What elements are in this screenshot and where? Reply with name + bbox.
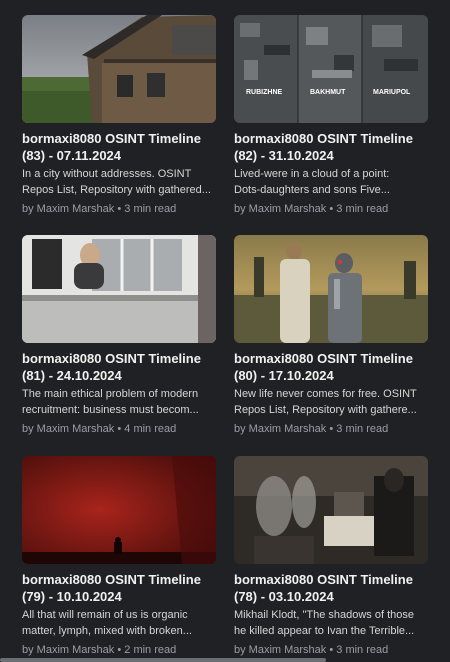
author-name[interactable]: by Maxim Marshak xyxy=(22,644,114,656)
thumbnail-water-scene-image xyxy=(234,235,428,343)
thumb-label-rubizhne: RUBIZHNE xyxy=(246,89,282,96)
author-name[interactable]: by Maxim Marshak xyxy=(234,203,326,215)
read-time: 3 min read xyxy=(336,423,389,435)
article-meta: by Maxim Marshak • 3 min read xyxy=(234,643,428,657)
article-excerpt: In a city without addresses. OSINT Repos… xyxy=(22,168,211,196)
meta-separator: • xyxy=(329,644,334,656)
author-name[interactable]: by Maxim Marshak xyxy=(22,423,114,435)
read-time: 2 min read xyxy=(124,644,177,656)
author-name[interactable]: by Maxim Marshak xyxy=(234,423,326,435)
article-title[interactable]: bormaxi8080 OSINT Timeline (83) - 07.11.… xyxy=(22,130,222,164)
thumb-label-mariupol: MARIUPOL xyxy=(373,89,411,96)
thumbnail-painting-image xyxy=(234,456,428,564)
thumbnail-house-image xyxy=(22,15,216,123)
article-excerpt: Lived-were in a cloud of a point: Dots-d… xyxy=(234,168,390,196)
article-thumbnail[interactable] xyxy=(22,456,216,564)
article-thumbnail[interactable]: RUBIZHNE BAKHMUT MARIUPOL xyxy=(234,15,428,123)
article-meta: by Maxim Marshak • 4 min read xyxy=(22,422,216,436)
article-thumbnail[interactable] xyxy=(234,235,428,343)
read-time: 4 min read xyxy=(124,423,177,435)
article-excerpt: Mikhail Klodt, "The shadows of those he … xyxy=(234,609,415,637)
article-title[interactable]: bormaxi8080 OSINT Timeline (79) - 10.10.… xyxy=(22,571,222,605)
read-time: 3 min read xyxy=(336,203,389,215)
article-title[interactable]: bormaxi8080 OSINT Timeline (78) - 03.10.… xyxy=(234,571,434,605)
thumbnail-balcony-image xyxy=(22,235,216,343)
article-meta: by Maxim Marshak • 2 min read xyxy=(22,643,216,657)
article-excerpt: New life never comes for free. OSINT Rep… xyxy=(234,388,417,416)
thumbnail-red-silhouette-image xyxy=(22,456,216,564)
meta-separator: • xyxy=(117,203,122,215)
article-thumbnail[interactable] xyxy=(22,15,216,123)
article-meta: by Maxim Marshak • 3 min read xyxy=(234,422,428,436)
read-time: 3 min read xyxy=(336,644,389,656)
article-excerpt: All that will remain of us is organic ma… xyxy=(22,609,192,637)
meta-separator: • xyxy=(117,644,122,656)
article-grid: bormaxi8080 OSINT Timeline (83) - 07.11.… xyxy=(0,0,450,662)
author-name[interactable]: by Maxim Marshak xyxy=(22,203,114,215)
article-excerpt: The main ethical problem of modern recru… xyxy=(22,388,199,416)
author-name[interactable]: by Maxim Marshak xyxy=(234,644,326,656)
article-thumbnail[interactable] xyxy=(234,456,428,564)
article-thumbnail[interactable] xyxy=(22,235,216,343)
thumbnail-satellite-image: RUBIZHNE BAKHMUT MARIUPOL xyxy=(234,15,428,123)
article-title[interactable]: bormaxi8080 OSINT Timeline (82) - 31.10.… xyxy=(234,130,434,164)
thumb-label-bakhmut: BAKHMUT xyxy=(310,89,346,96)
meta-separator: • xyxy=(329,423,334,435)
article-meta: by Maxim Marshak • 3 min read xyxy=(22,202,216,216)
meta-separator: • xyxy=(329,203,334,215)
meta-separator: • xyxy=(117,423,122,435)
article-meta: by Maxim Marshak • 3 min read xyxy=(234,202,428,216)
horizontal-scrollbar[interactable] xyxy=(0,658,326,662)
article-title[interactable]: bormaxi8080 OSINT Timeline (81) - 24.10.… xyxy=(22,350,222,384)
read-time: 3 min read xyxy=(124,203,177,215)
article-title[interactable]: bormaxi8080 OSINT Timeline (80) - 17.10.… xyxy=(234,350,434,384)
